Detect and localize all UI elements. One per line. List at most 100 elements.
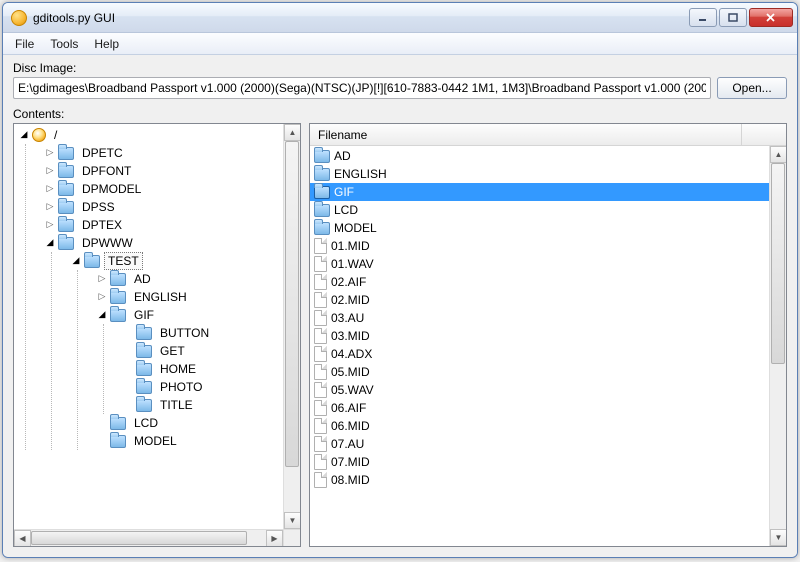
list-item[interactable]: 06.AIF bbox=[310, 399, 769, 417]
expand-icon[interactable]: ▷ bbox=[44, 200, 56, 212]
tree-item-model[interactable]: MODEL bbox=[96, 432, 279, 450]
contents-label: Contents: bbox=[13, 107, 787, 121]
list-pane: Filename AD ENGLISH GIF LCDMODEL01.MID01.WA… bbox=[309, 123, 787, 547]
tree-item-label: TEST bbox=[104, 252, 143, 270]
file-list[interactable]: AD ENGLISH GIF LCDMODEL01.MID01.WAV02.AIF02… bbox=[310, 146, 769, 490]
close-icon bbox=[766, 13, 776, 23]
folder-icon bbox=[58, 219, 74, 232]
file-icon bbox=[314, 292, 327, 308]
tree-item-dpfont[interactable]: ▷DPFONT bbox=[44, 162, 279, 180]
list-header[interactable]: Filename bbox=[310, 124, 786, 146]
expand-icon[interactable]: ▷ bbox=[44, 146, 56, 158]
list-item[interactable]: MODEL bbox=[310, 219, 769, 237]
list-vertical-scrollbar[interactable]: ▲ ▼ bbox=[769, 146, 786, 546]
tree-item-dpetc[interactable]: ▷DPETC bbox=[44, 144, 279, 162]
tree-root-item[interactable]: ◢/ bbox=[18, 126, 279, 144]
tree-item-photo[interactable]: PHOTO bbox=[122, 378, 279, 396]
tree-item-get[interactable]: GET bbox=[122, 342, 279, 360]
list-item[interactable]: 01.MID bbox=[310, 237, 769, 255]
list-item[interactable]: 04.ADX bbox=[310, 345, 769, 363]
column-filename[interactable]: Filename bbox=[312, 124, 742, 145]
list-item[interactable]: 03.AU bbox=[310, 309, 769, 327]
list-item-label: 06.MID bbox=[331, 419, 370, 433]
tree-item-button[interactable]: BUTTON bbox=[122, 324, 279, 342]
collapse-icon[interactable]: ◢ bbox=[44, 236, 56, 248]
expand-icon[interactable]: ▷ bbox=[96, 290, 108, 302]
list-item[interactable]: ENGLISH bbox=[310, 165, 769, 183]
folder-icon bbox=[136, 327, 152, 340]
scroll-up-icon[interactable]: ▲ bbox=[770, 146, 787, 163]
menu-file[interactable]: File bbox=[7, 35, 42, 53]
expand-icon[interactable]: ▷ bbox=[44, 182, 56, 194]
folder-icon bbox=[110, 273, 126, 286]
list-item[interactable]: 05.MID bbox=[310, 363, 769, 381]
app-icon bbox=[11, 10, 27, 26]
menubar: File Tools Help bbox=[3, 33, 797, 55]
list-item[interactable]: LCD bbox=[310, 201, 769, 219]
open-button[interactable]: Open... bbox=[717, 77, 787, 99]
file-icon bbox=[314, 310, 327, 326]
disc-image-input[interactable] bbox=[13, 77, 711, 99]
list-item[interactable]: GIF bbox=[310, 183, 769, 201]
list-item[interactable]: 07.AU bbox=[310, 435, 769, 453]
scrollbar-corner bbox=[283, 529, 300, 546]
scroll-right-icon[interactable]: ▶ bbox=[266, 530, 283, 547]
titlebar[interactable]: gditools.py GUI bbox=[3, 3, 797, 33]
list-item-label: ENGLISH bbox=[334, 167, 387, 181]
tree-item-label: DPSS bbox=[78, 198, 119, 216]
tree-item-lcd[interactable]: LCD bbox=[96, 414, 279, 432]
list-item[interactable]: 08.MID bbox=[310, 471, 769, 489]
minimize-icon bbox=[698, 13, 708, 23]
scroll-down-icon[interactable]: ▼ bbox=[284, 512, 301, 529]
tree-item-label: / bbox=[50, 126, 61, 144]
tree-item-dpmodel[interactable]: ▷DPMODEL bbox=[44, 180, 279, 198]
folder-icon bbox=[110, 417, 126, 430]
expand-icon[interactable]: ▷ bbox=[44, 164, 56, 176]
list-item[interactable]: 07.MID bbox=[310, 453, 769, 471]
scroll-up-icon[interactable]: ▲ bbox=[284, 124, 301, 141]
expand-icon[interactable]: ▷ bbox=[96, 272, 108, 284]
tree-item-dpss[interactable]: ▷ DPSS bbox=[44, 198, 279, 216]
tree-item-test[interactable]: ◢ TEST bbox=[70, 252, 279, 270]
tree-item-dptex[interactable]: ▷DPTEX bbox=[44, 216, 279, 234]
tree-horizontal-scrollbar[interactable]: ◀ ▶ bbox=[14, 529, 283, 546]
scroll-down-icon[interactable]: ▼ bbox=[770, 529, 787, 546]
folder-icon bbox=[314, 186, 330, 199]
expand-icon[interactable]: ▷ bbox=[44, 218, 56, 230]
folder-icon bbox=[110, 291, 126, 304]
tree-item-home[interactable]: HOME bbox=[122, 360, 279, 378]
tree-item-gif[interactable]: ◢GIF bbox=[96, 306, 279, 324]
tree-view[interactable]: ◢/▷DPETC▷DPFONT▷DPMODEL▷DPSS▷DPTEX◢DPWWW… bbox=[14, 124, 283, 452]
tree-item-title[interactable]: TITLE bbox=[122, 396, 279, 414]
minimize-button[interactable] bbox=[689, 8, 717, 27]
tree-item-ad[interactable]: ▷ AD bbox=[96, 270, 279, 288]
folder-icon bbox=[314, 168, 330, 181]
list-item[interactable]: 02.MID bbox=[310, 291, 769, 309]
list-item[interactable]: 06.MID bbox=[310, 417, 769, 435]
list-item[interactable]: 03.MID bbox=[310, 327, 769, 345]
folder-icon bbox=[314, 204, 330, 217]
list-item[interactable]: AD bbox=[310, 147, 769, 165]
list-item-label: AD bbox=[334, 149, 351, 163]
collapse-icon[interactable]: ◢ bbox=[18, 128, 30, 140]
window-title: gditools.py GUI bbox=[33, 11, 689, 25]
tree-item-english[interactable]: ▷ ENGLISH bbox=[96, 288, 279, 306]
menu-help[interactable]: Help bbox=[86, 35, 127, 53]
list-item[interactable]: 05.WAV bbox=[310, 381, 769, 399]
menu-tools[interactable]: Tools bbox=[42, 35, 86, 53]
tree-item-dpwww[interactable]: ◢DPWWW bbox=[44, 234, 279, 252]
maximize-button[interactable] bbox=[719, 8, 747, 27]
list-item-label: GIF bbox=[334, 185, 354, 199]
file-icon bbox=[314, 418, 327, 434]
list-item[interactable]: 01.WAV bbox=[310, 255, 769, 273]
collapse-icon[interactable]: ◢ bbox=[70, 254, 82, 266]
collapse-icon[interactable]: ◢ bbox=[96, 308, 108, 320]
scroll-left-icon[interactable]: ◀ bbox=[14, 530, 31, 547]
file-icon bbox=[314, 436, 327, 452]
folder-icon bbox=[136, 399, 152, 412]
tree-item-label: AD bbox=[130, 270, 155, 288]
list-item[interactable]: 02.AIF bbox=[310, 273, 769, 291]
tree-vertical-scrollbar[interactable]: ▲ ▼ bbox=[283, 124, 300, 529]
close-button[interactable] bbox=[749, 8, 793, 27]
tree-item-label: ENGLISH bbox=[130, 288, 191, 306]
